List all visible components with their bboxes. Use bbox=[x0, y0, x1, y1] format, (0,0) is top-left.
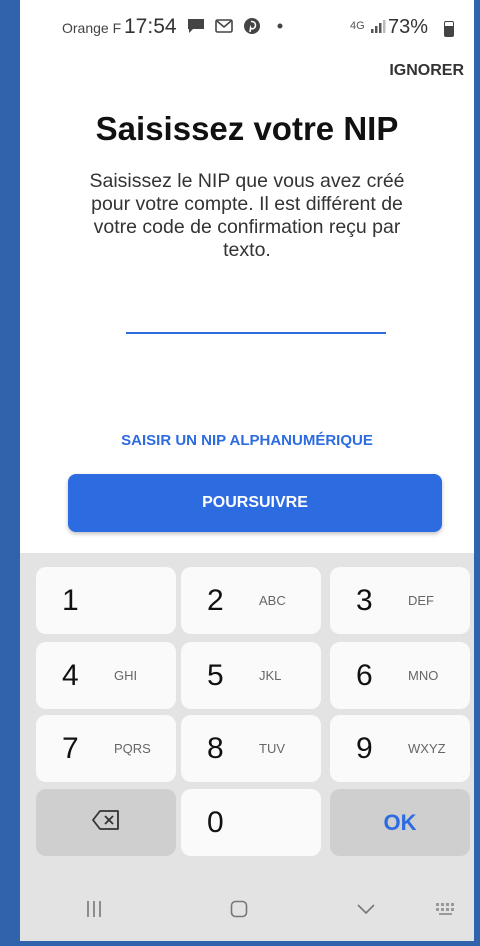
key-digit: 3 bbox=[356, 583, 373, 617]
key-letters: JKL bbox=[259, 668, 282, 683]
page-description: Saisissez le NIP que vous avez créé pour… bbox=[89, 170, 405, 261]
home-button[interactable] bbox=[219, 896, 259, 926]
navigation-bar bbox=[20, 882, 474, 941]
clock: 17:54 bbox=[124, 15, 177, 38]
key-letters: DEF bbox=[408, 593, 434, 608]
key-letters: TUV bbox=[259, 741, 285, 756]
signal-icon bbox=[370, 18, 386, 39]
back-button[interactable] bbox=[346, 896, 386, 926]
key-digit: 4 bbox=[62, 658, 79, 692]
keyboard-switch-button[interactable] bbox=[426, 896, 466, 926]
continue-button[interactable]: POURSUIVRE bbox=[68, 474, 442, 532]
key-digit: 5 bbox=[207, 658, 224, 692]
frame-bottom bbox=[0, 941, 480, 946]
backspace-icon bbox=[92, 810, 120, 835]
ok-label: OK bbox=[383, 809, 417, 835]
key-5[interactable]: 5 JKL bbox=[181, 642, 321, 709]
home-icon bbox=[230, 900, 248, 923]
status-bar: Orange F 17:54 4G 73% bbox=[20, 0, 474, 58]
carrier-name: Orange F bbox=[62, 20, 122, 36]
key-1[interactable]: 1 bbox=[36, 567, 176, 634]
key-digit: 8 bbox=[207, 731, 224, 765]
key-8[interactable]: 8 TUV bbox=[181, 715, 321, 782]
chat-icon bbox=[186, 16, 206, 36]
battery-level bbox=[445, 25, 453, 36]
key-digit: 9 bbox=[356, 731, 373, 765]
battery-percent: 73% bbox=[388, 16, 429, 38]
key-9[interactable]: 9 WXYZ bbox=[330, 715, 470, 782]
dot-icon bbox=[270, 16, 290, 36]
frame-right bbox=[474, 0, 480, 946]
key-6[interactable]: 6 MNO bbox=[330, 642, 470, 709]
ok-key[interactable]: OK bbox=[330, 789, 470, 856]
notification-icons bbox=[186, 16, 290, 36]
keyboard-icon bbox=[435, 902, 457, 921]
key-letters: PQRS bbox=[114, 741, 151, 756]
key-letters: WXYZ bbox=[408, 741, 446, 756]
network-type: 4G bbox=[350, 20, 365, 32]
battery-icon bbox=[444, 21, 454, 37]
page-title: Saisissez votre NIP bbox=[95, 110, 399, 147]
phone-screen: Orange F 17:54 4G 73% IGNORER Saisissez … bbox=[20, 0, 474, 941]
key-digit: 6 bbox=[356, 658, 373, 692]
backspace-key[interactable] bbox=[36, 789, 176, 856]
recents-button[interactable] bbox=[74, 896, 114, 926]
key-letters: ABC bbox=[259, 593, 286, 608]
mail-icon bbox=[214, 16, 234, 36]
back-icon bbox=[357, 902, 375, 920]
pin-input[interactable] bbox=[126, 300, 386, 334]
frame-left bbox=[0, 0, 20, 946]
recents-icon bbox=[86, 900, 102, 923]
key-4[interactable]: 4 GHI bbox=[36, 642, 176, 709]
key-7[interactable]: 7 PQRS bbox=[36, 715, 176, 782]
key-letters: GHI bbox=[114, 668, 138, 683]
key-digit: 2 bbox=[207, 583, 224, 617]
key-digit: 0 bbox=[207, 805, 224, 839]
pinterest-icon bbox=[242, 16, 262, 36]
key-0[interactable]: 0 bbox=[181, 789, 321, 856]
key-3[interactable]: 3 DEF bbox=[330, 567, 470, 634]
key-2[interactable]: 2 ABC bbox=[181, 567, 321, 634]
alphanumeric-pin-link[interactable]: SAISIR UN NIP ALPHANUMÉRIQUE bbox=[20, 432, 474, 449]
key-letters: MNO bbox=[408, 668, 439, 683]
key-digit: 7 bbox=[62, 731, 79, 765]
key-digit: 1 bbox=[62, 583, 79, 617]
ignore-button[interactable]: IGNORER bbox=[389, 62, 464, 80]
